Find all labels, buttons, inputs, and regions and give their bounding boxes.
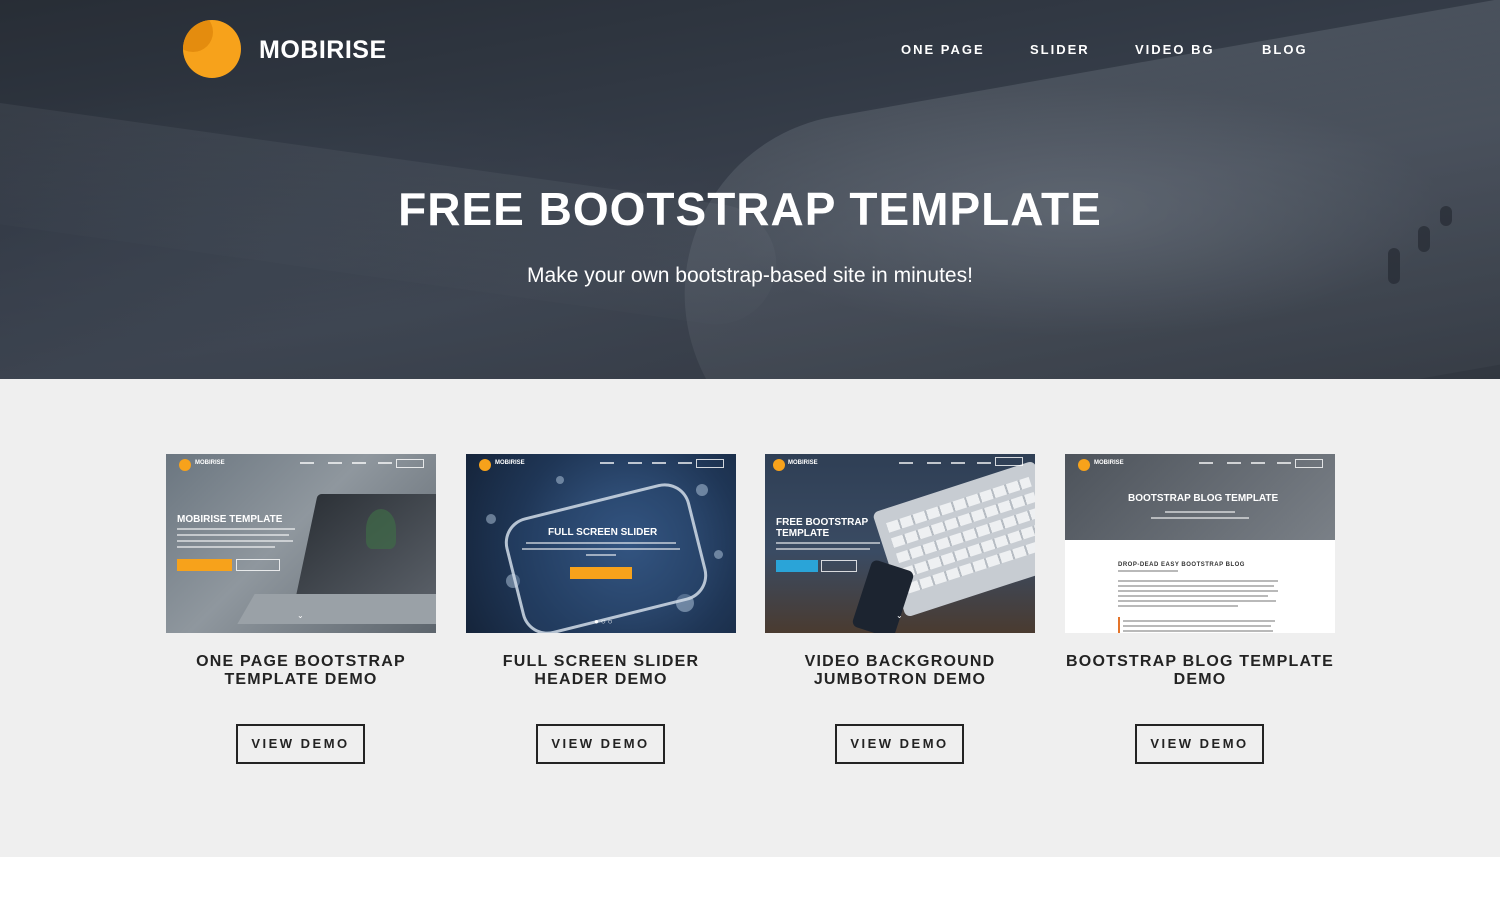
plant-illustration bbox=[366, 509, 396, 549]
hero-title: FREE BOOTSTRAP TEMPLATE bbox=[398, 183, 1102, 235]
mini-text-line bbox=[177, 546, 275, 548]
view-demo-button[interactable]: VIEW DEMO bbox=[236, 724, 365, 764]
mini-nav-item bbox=[300, 462, 314, 464]
mini-nav-item bbox=[628, 462, 642, 464]
card-title: FULL SCREEN SLIDER HEADER DEMO bbox=[502, 653, 700, 688]
mini-nav-item bbox=[899, 462, 913, 464]
mini-button bbox=[821, 560, 857, 572]
phone-illustration bbox=[851, 558, 915, 633]
card-title: BOOTSTRAP BLOG TEMPLATE DEMO bbox=[1066, 653, 1334, 688]
mini-brand: MOBIRISE bbox=[788, 460, 818, 466]
blog-text-line bbox=[1123, 630, 1273, 632]
mini-logo-icon bbox=[773, 459, 785, 471]
mini-text-line bbox=[1151, 517, 1249, 519]
blog-text-line bbox=[1118, 605, 1238, 607]
mini-button bbox=[1295, 459, 1323, 468]
blog-quote-bar bbox=[1118, 617, 1120, 633]
mini-text-line bbox=[1165, 511, 1235, 513]
demo-card-blog: MOBIRISE BOOTSTRAP BLOG TEMPLATE DROP-DE… bbox=[1065, 454, 1335, 774]
nav-item-video-bg[interactable]: VIDEO BG bbox=[1135, 42, 1215, 57]
view-demo-button[interactable]: VIEW DEMO bbox=[536, 724, 665, 764]
mini-text-line bbox=[526, 542, 676, 544]
mini-heading: MOBIRISE TEMPLATE bbox=[177, 514, 283, 525]
mini-text-line bbox=[177, 534, 289, 536]
nav-item-blog[interactable]: BLOG bbox=[1262, 42, 1308, 57]
nav-item-slider[interactable]: SLIDER bbox=[1030, 42, 1090, 57]
card-title: VIDEO BACKGROUND JUMBOTRON DEMO bbox=[804, 653, 996, 688]
laptop-illustration bbox=[237, 594, 436, 624]
view-demo-button[interactable]: VIEW DEMO bbox=[835, 724, 964, 764]
mini-button bbox=[776, 560, 818, 572]
demo-thumbnail[interactable]: MOBIRISE BOOTSTRAP BLOG TEMPLATE DROP-DE… bbox=[1065, 454, 1335, 633]
mini-nav-item bbox=[977, 462, 991, 464]
mini-nav-item bbox=[927, 462, 941, 464]
mini-nav-item bbox=[600, 462, 614, 464]
mini-button bbox=[396, 459, 424, 468]
card-title: ONE PAGE BOOTSTRAP TEMPLATE DEMO bbox=[196, 653, 406, 688]
demo-thumbnail[interactable]: MOBIRISE FULL SCREEN SLIDER ●○○ bbox=[466, 454, 736, 633]
blog-text-line bbox=[1118, 600, 1276, 602]
blog-post-title: DROP-DEAD EASY BOOTSTRAP BLOG bbox=[1118, 562, 1245, 568]
blog-text-line bbox=[1123, 625, 1271, 627]
water-drop bbox=[486, 514, 496, 524]
main-nav: ONE PAGE SLIDER VIDEO BG BLOG bbox=[0, 42, 1500, 62]
mini-text-line bbox=[177, 528, 295, 530]
demo-cards-section: MOBIRISE MOBIRISE TEMPLATE ⌄ ONE PAGE BO… bbox=[0, 379, 1500, 857]
water-drop bbox=[696, 484, 708, 496]
nav-item-one-page[interactable]: ONE PAGE bbox=[901, 42, 985, 57]
demo-card-one-page: MOBIRISE MOBIRISE TEMPLATE ⌄ ONE PAGE BO… bbox=[166, 454, 436, 774]
blog-text-line bbox=[1118, 580, 1278, 582]
mini-nav-item bbox=[352, 462, 366, 464]
hero-subtitle: Make your own bootstrap-based site in mi… bbox=[527, 264, 973, 287]
mini-heading: BOOTSTRAP BLOG TEMPLATE bbox=[1128, 493, 1279, 504]
mini-logo-icon bbox=[479, 459, 491, 471]
demo-card-slider: MOBIRISE FULL SCREEN SLIDER ●○○ FULL SCR… bbox=[466, 454, 736, 774]
blog-text-line bbox=[1123, 620, 1275, 622]
mini-brand: MOBIRISE bbox=[495, 460, 525, 466]
water-drop bbox=[556, 476, 564, 484]
mini-brand: MOBIRISE bbox=[1094, 460, 1124, 466]
water-drop bbox=[714, 550, 723, 559]
mini-button bbox=[177, 559, 232, 571]
mini-text-line bbox=[776, 542, 880, 544]
mini-brand: MOBIRISE bbox=[195, 460, 225, 466]
mini-button bbox=[696, 459, 724, 468]
mini-logo-icon bbox=[179, 459, 191, 471]
mini-nav-item bbox=[328, 462, 342, 464]
mini-heading: FREE BOOTSTRAP TEMPLATE bbox=[776, 517, 869, 539]
mini-nav-item bbox=[1199, 462, 1213, 464]
chevron-down-icon: ⌄ bbox=[297, 611, 304, 620]
mini-text-line bbox=[177, 540, 293, 542]
mini-button bbox=[570, 567, 632, 579]
mini-nav-item bbox=[678, 462, 692, 464]
mini-nav-item bbox=[951, 462, 965, 464]
mini-nav-item bbox=[1251, 462, 1265, 464]
blog-text-line bbox=[1118, 585, 1274, 587]
mini-text-line bbox=[776, 548, 870, 550]
mini-text-line bbox=[522, 548, 680, 550]
hero-section: MOBIRISE ONE PAGE SLIDER VIDEO BG BLOG F… bbox=[0, 0, 1500, 379]
laptop-illustration bbox=[294, 494, 436, 604]
chevron-down-icon: ⌄ bbox=[896, 611, 903, 620]
demo-card-video-bg: MOBIRISE FREE BOOTSTRAP TEMPLATE ⌄ VIDEO… bbox=[765, 454, 1035, 774]
mini-nav-item bbox=[1277, 462, 1291, 464]
demo-thumbnail[interactable]: MOBIRISE MOBIRISE TEMPLATE ⌄ bbox=[166, 454, 436, 633]
mini-nav-item bbox=[378, 462, 392, 464]
mini-nav-item bbox=[1227, 462, 1241, 464]
mini-text-line bbox=[586, 554, 616, 556]
slider-dots: ●○○ bbox=[594, 617, 615, 626]
blog-text-line bbox=[1118, 595, 1268, 597]
view-demo-button[interactable]: VIEW DEMO bbox=[1135, 724, 1264, 764]
blog-text-line bbox=[1118, 570, 1178, 572]
mini-button bbox=[995, 457, 1023, 466]
mini-logo-icon bbox=[1078, 459, 1090, 471]
mini-heading: FULL SCREEN SLIDER bbox=[548, 527, 658, 538]
demo-thumbnail[interactable]: MOBIRISE FREE BOOTSTRAP TEMPLATE ⌄ bbox=[765, 454, 1035, 633]
mini-nav-item bbox=[652, 462, 666, 464]
blog-text-line bbox=[1118, 590, 1278, 592]
mini-button bbox=[236, 559, 280, 571]
